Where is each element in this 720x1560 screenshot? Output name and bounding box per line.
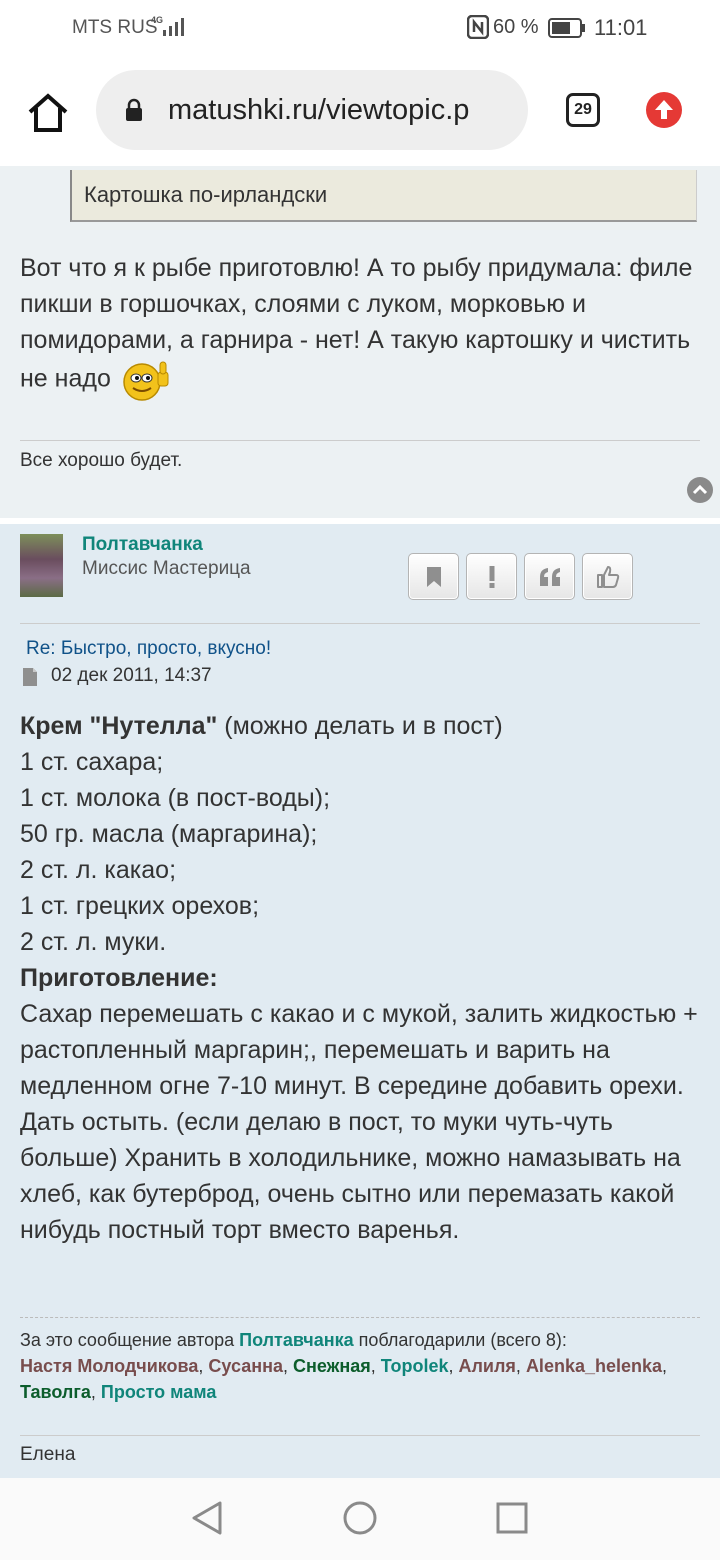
post-date: 02 дек 2011, 14:37 [51, 665, 212, 686]
back-icon[interactable] [190, 1500, 224, 1536]
thanked-user-link[interactable]: Таволга [20, 1382, 91, 1402]
thanked-users-list: Настя Молодчикова, Сусанна, Снежная, Top… [20, 1356, 667, 1402]
separator: , [282, 1356, 293, 1376]
recipe-heading: Крем "Нутелла" (можно делать и в пост) [20, 708, 710, 744]
thanked-user-link[interactable]: Topolek [381, 1356, 449, 1376]
thanked-user-link[interactable]: Алиля [458, 1356, 515, 1376]
browser-toolbar: matushki.ru/viewtopic.p 29 [0, 56, 720, 166]
thanks-button[interactable] [582, 553, 633, 600]
separator: , [370, 1356, 381, 1376]
signature-divider [20, 440, 700, 441]
thanked-user-link[interactable]: Просто мама [101, 1382, 216, 1402]
post-previous: Картошка по-ирландски Вот что я к рыбе п… [0, 166, 720, 518]
recipe-subtitle: (можно делать и в пост) [217, 712, 503, 740]
post-file-icon [23, 668, 37, 686]
post-content: Крем "Нутелла" (можно делать и в пост) 1… [20, 708, 710, 1248]
separator: , [662, 1356, 668, 1376]
thanks-prefix: За это сообщение автора [20, 1330, 240, 1350]
lock-icon [126, 98, 142, 121]
post-title[interactable]: Re: Быстро, просто, вкусно! [26, 638, 271, 660]
report-button[interactable] [466, 553, 517, 600]
ingredient-item: 1 ст. грецких орехов; [20, 892, 260, 920]
nfc-icon [467, 15, 489, 39]
ingredient-item: 1 ст. сахара; [20, 748, 164, 776]
post-current: Полтавчанка Миссис Мастерица Re: Быстро,… [0, 524, 720, 1484]
thanks-divider [20, 1317, 700, 1318]
battery-percent: 60 % [493, 16, 539, 38]
signature: Все хорошо будет. [20, 450, 183, 471]
thanks-block: За это сообщение автора Полтавчанка побл… [20, 1327, 710, 1405]
quote-button[interactable] [524, 553, 575, 600]
battery-icon [548, 18, 585, 38]
tabs-button[interactable]: 29 [566, 93, 600, 127]
recents-icon[interactable] [496, 1502, 528, 1534]
carrier-label: MTS RUS [72, 17, 158, 38]
thanked-user-link[interactable]: Сусанна [208, 1356, 283, 1376]
clock: 11:01 [594, 15, 648, 40]
ingredient-item: 50 гр. масла (маргарина); [20, 820, 318, 848]
ingredient-item: 1 ст. молока (в пост-воды); [20, 784, 331, 812]
home-icon[interactable] [26, 90, 70, 134]
avatar[interactable] [20, 534, 63, 597]
report-icon [489, 566, 495, 588]
upload-icon[interactable] [646, 92, 682, 128]
home-circle-icon[interactable] [342, 1500, 378, 1536]
method-label: Приготовление: [20, 964, 218, 992]
thumbs-up-icon [597, 566, 620, 588]
recipe-title: Крем "Нутелла" [20, 712, 218, 740]
quote-block: Картошка по-ирландски [70, 170, 697, 222]
thanked-user-link[interactable]: Снежная [293, 1356, 371, 1376]
thanked-user-link[interactable]: Alenka_helenka [526, 1356, 662, 1376]
author-name[interactable]: Полтавчанка [82, 534, 203, 556]
thumbs-up-smiley-icon [123, 361, 169, 401]
signature: Елена [20, 1444, 76, 1465]
thanked-user-link[interactable]: Настя Молодчикова [20, 1356, 198, 1376]
separator: , [448, 1356, 459, 1376]
separator: , [198, 1356, 209, 1376]
thanks-author[interactable]: Полтавчанка [239, 1330, 353, 1350]
separator: , [90, 1382, 101, 1402]
bookmark-button[interactable] [408, 553, 459, 600]
ingredient-item: 2 ст. л. какао; [20, 856, 177, 884]
quote-text: Картошка по-ирландски [84, 182, 328, 207]
method-text: Сахар перемешать с какао и с мукой, зали… [20, 1000, 698, 1244]
thanks-suffix: поблагодарили (всего 8): [353, 1330, 567, 1350]
author-rank: Миссис Мастерица [82, 558, 251, 579]
post-divider [20, 623, 700, 624]
post-body: Вот что я к рыбе приготовлю! А то рыбу п… [20, 250, 710, 402]
url-text: matushki.ru/viewtopic.p [168, 94, 470, 126]
quote-icon [540, 568, 560, 586]
bookmark-icon [427, 567, 441, 587]
status-bar: MTS RUS 4G 60 % 11:01 [0, 0, 720, 56]
system-nav-bar [0, 1478, 720, 1560]
back-to-top-icon[interactable] [687, 477, 713, 503]
separator: , [515, 1356, 526, 1376]
address-bar[interactable]: matushki.ru/viewtopic.p [96, 70, 528, 150]
signature-divider [20, 1435, 700, 1436]
signal-icon [163, 18, 184, 36]
ingredient-item: 2 ст. л. муки. [20, 928, 167, 956]
